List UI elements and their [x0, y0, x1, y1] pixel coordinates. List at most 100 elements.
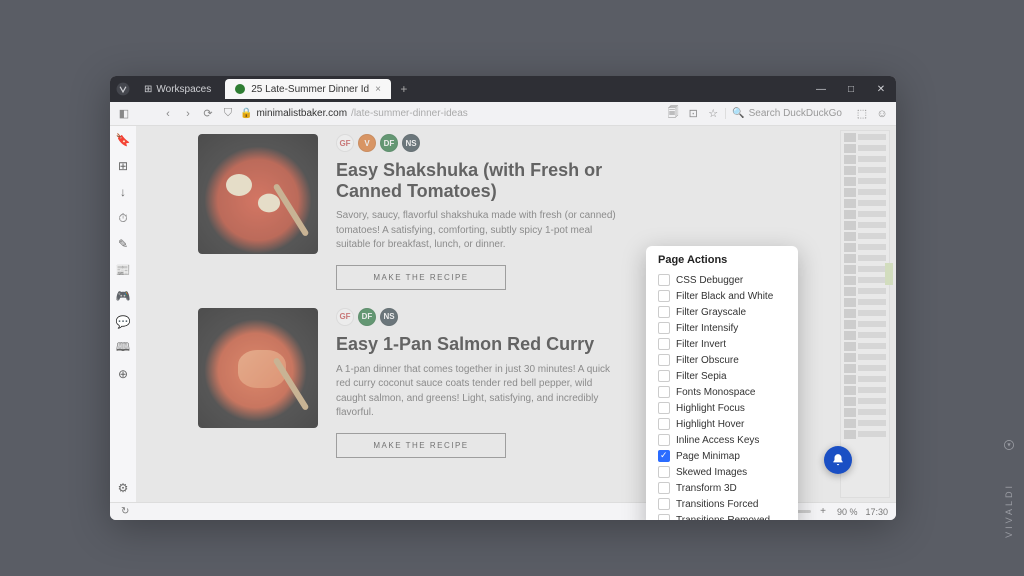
- page-action-item[interactable]: Highlight Focus: [646, 400, 798, 416]
- page-action-item[interactable]: Page Minimap: [646, 448, 798, 464]
- panel-icon-4[interactable]: ✎: [115, 236, 131, 252]
- recipe-badges: GF V DF NS: [336, 134, 616, 152]
- panel-icon-6[interactable]: 🎮: [115, 288, 131, 304]
- panel-icon-3[interactable]: ⏱: [115, 210, 131, 226]
- page-action-item[interactable]: Filter Obscure: [646, 352, 798, 368]
- zoom-in-button[interactable]: +: [820, 506, 826, 517]
- page-actions-popup: Page Actions CSS Debugger Filter Black an…: [646, 246, 798, 520]
- panel-icon-8[interactable]: 🕮: [115, 340, 131, 356]
- page-action-item[interactable]: Skewed Images: [646, 464, 798, 480]
- checkbox-icon: [658, 482, 670, 494]
- recipe-title[interactable]: Easy 1-Pan Salmon Red Curry: [336, 334, 616, 355]
- checkbox-icon: [658, 450, 670, 462]
- checkbox-icon: [658, 386, 670, 398]
- search-icon: 🔍: [732, 108, 744, 119]
- page-action-label: Filter Obscure: [676, 355, 739, 366]
- badge-gf: GF: [336, 308, 354, 326]
- recipe-badges: GF DF NS: [336, 308, 616, 326]
- tab-close-icon[interactable]: ×: [375, 84, 381, 95]
- qr-icon[interactable]: ⊡: [685, 107, 701, 120]
- recipe-title[interactable]: Easy Shakshuka (with Fresh or Canned Tom…: [336, 160, 616, 201]
- page-action-item[interactable]: Transform 3D: [646, 480, 798, 496]
- page-action-label: Filter Grayscale: [676, 307, 746, 318]
- page-action-item[interactable]: Highlight Hover: [646, 416, 798, 432]
- checkbox-icon: [658, 354, 670, 366]
- lock-icon: 🔒: [240, 108, 252, 119]
- page-action-label: Inline Access Keys: [676, 435, 759, 446]
- page-action-item[interactable]: Filter Intensify: [646, 320, 798, 336]
- panel-icon-7[interactable]: 💬: [115, 314, 131, 330]
- page-action-label: Transform 3D: [676, 483, 737, 494]
- checkbox-icon: [658, 434, 670, 446]
- back-button[interactable]: ‹: [160, 108, 176, 120]
- reload-button[interactable]: ⟳: [200, 107, 216, 120]
- recipe-image[interactable]: [198, 308, 318, 428]
- workspaces-button[interactable]: ⊞ Workspaces: [136, 84, 219, 95]
- vivaldi-logo-icon[interactable]: [110, 82, 136, 96]
- page-action-label: CSS Debugger: [676, 275, 743, 286]
- reader-icon[interactable]: 🗐: [665, 104, 681, 123]
- badge-v: V: [358, 134, 376, 152]
- checkbox-icon: [658, 466, 670, 478]
- bell-icon: [831, 453, 845, 467]
- panel-icon-1[interactable]: ⊞: [115, 158, 131, 174]
- page-action-item[interactable]: CSS Debugger: [646, 272, 798, 288]
- page-action-label: Highlight Hover: [676, 419, 744, 430]
- recipe-image[interactable]: [198, 134, 318, 254]
- page-action-label: Filter Sepia: [676, 371, 727, 382]
- minimap-viewport[interactable]: [885, 263, 893, 285]
- page-action-item[interactable]: Filter Sepia: [646, 368, 798, 384]
- notifications-fab[interactable]: [824, 446, 852, 474]
- page-action-item[interactable]: Fonts Monospace: [646, 384, 798, 400]
- url-field[interactable]: 🔒 minimalistbaker.com/late-summer-dinner…: [240, 108, 468, 119]
- panel-icon-0[interactable]: 🔖: [115, 132, 131, 148]
- panel-toggle-icon[interactable]: ◧: [116, 107, 132, 120]
- checkbox-icon: [658, 498, 670, 510]
- sync-icon[interactable]: ↻: [121, 506, 129, 517]
- shield-icon[interactable]: ⛉: [220, 107, 236, 120]
- badge-ns: NS: [402, 134, 420, 152]
- page-action-label: Transitions Removed: [676, 515, 770, 521]
- page-action-item[interactable]: Transitions Forced: [646, 496, 798, 512]
- page-action-item[interactable]: Filter Invert: [646, 336, 798, 352]
- address-bar: ◧ ‹ › ⟳ ⛉ 🔒 minimalistbaker.com/late-sum…: [110, 102, 896, 126]
- badge-df: DF: [358, 308, 376, 326]
- page-action-item[interactable]: Filter Grayscale: [646, 304, 798, 320]
- panel-icon-2[interactable]: ↓: [115, 184, 131, 200]
- search-placeholder: Search DuckDuckGo: [749, 108, 842, 119]
- page-action-item[interactable]: Inline Access Keys: [646, 432, 798, 448]
- checkbox-icon: [658, 338, 670, 350]
- badge-gf: GF: [336, 134, 354, 152]
- page-action-label: Transitions Forced: [676, 499, 758, 510]
- recipe-description: A 1-pan dinner that comes together in ju…: [336, 363, 616, 421]
- close-window-button[interactable]: ✕: [866, 84, 896, 95]
- profile-icon[interactable]: ☺: [874, 108, 890, 120]
- forward-button[interactable]: ›: [180, 108, 196, 120]
- search-field[interactable]: 🔍 Search DuckDuckGo: [725, 108, 842, 119]
- clock: 17:30: [865, 507, 888, 517]
- page-action-label: Skewed Images: [676, 467, 747, 478]
- tab-active[interactable]: 25 Late-Summer Dinner Id ×: [225, 79, 391, 99]
- page-action-label: Highlight Focus: [676, 403, 745, 414]
- vivaldi-watermark-icon: [1004, 440, 1014, 450]
- page-action-item[interactable]: Filter Black and White: [646, 288, 798, 304]
- bookmark-icon[interactable]: ☆: [705, 107, 721, 120]
- make-recipe-button[interactable]: MAKE THE RECIPE: [336, 433, 506, 458]
- popup-title: Page Actions: [646, 254, 798, 272]
- make-recipe-button[interactable]: MAKE THE RECIPE: [336, 265, 506, 290]
- page-action-label: Filter Black and White: [676, 291, 773, 302]
- settings-icon[interactable]: ⚙: [115, 480, 131, 496]
- checkbox-icon: [658, 274, 670, 286]
- maximize-button[interactable]: □: [836, 84, 866, 95]
- minimize-button[interactable]: —: [806, 84, 836, 95]
- badge-df: DF: [380, 134, 398, 152]
- new-tab-button[interactable]: +: [395, 82, 413, 96]
- popup-list: CSS Debugger Filter Black and White Filter…: [646, 272, 798, 520]
- extensions-icon[interactable]: ⬚: [854, 107, 870, 120]
- url-host: minimalistbaker.com: [256, 108, 347, 119]
- checkbox-icon: [658, 402, 670, 414]
- page-minimap[interactable]: [840, 130, 890, 498]
- page-action-item[interactable]: Transitions Removed: [646, 512, 798, 520]
- panel-icon-5[interactable]: 📰: [115, 262, 131, 278]
- panel-icon-9[interactable]: ⊕: [115, 366, 131, 382]
